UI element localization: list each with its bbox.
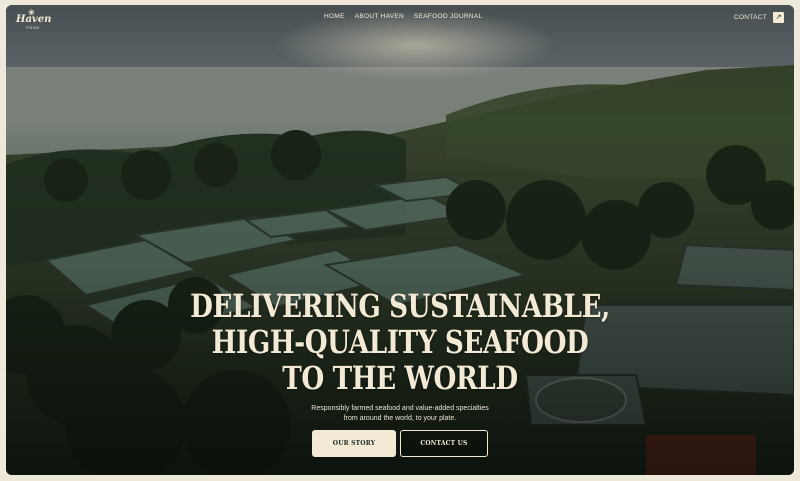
headline-line: DELIVERING SUSTAINABLE,: [190, 287, 610, 325]
brand-logo[interactable]: ❀ Haven FOOD: [16, 9, 52, 31]
nav-menu: HOME ABOUT HAVEN SEAFOOD JOURNAL: [324, 5, 482, 27]
top-navigation: ❀ Haven FOOD HOME ABOUT HAVEN SEAFOOD JO…: [6, 5, 794, 35]
headline-line: TO THE WORLD: [282, 359, 518, 397]
subtext-line: Responsibly farmed seafood and value-add…: [311, 405, 489, 412]
hero-headline: DELIVERING SUSTAINABLE, HIGH-QUALITY SEA…: [77, 288, 723, 396]
nav-item-home[interactable]: HOME: [324, 13, 345, 20]
contact-us-button[interactable]: CONTACT US: [400, 430, 488, 457]
contact-label: CONTACT: [733, 13, 767, 21]
logo-wordmark: Haven: [16, 14, 52, 25]
logo-subtext: FOOD: [26, 25, 40, 30]
hero-subtext: Responsibly farmed seafood and value-add…: [6, 404, 794, 424]
contact-nav-button[interactable]: CONTACT ↗: [734, 11, 784, 23]
nav-item-seafood-journal[interactable]: SEAFOOD JOURNAL: [414, 13, 482, 20]
arrow-up-right-icon: ↗: [773, 11, 784, 23]
hero-section: ❀ Haven FOOD HOME ABOUT HAVEN SEAFOOD JO…: [6, 5, 794, 475]
our-story-button[interactable]: OUR STORY: [312, 430, 396, 457]
nav-item-about-haven[interactable]: ABOUT HAVEN: [355, 13, 404, 20]
subtext-line: from around the world, to your plate.: [343, 415, 457, 422]
headline-line: HIGH-QUALITY SEAFOOD: [211, 323, 589, 361]
